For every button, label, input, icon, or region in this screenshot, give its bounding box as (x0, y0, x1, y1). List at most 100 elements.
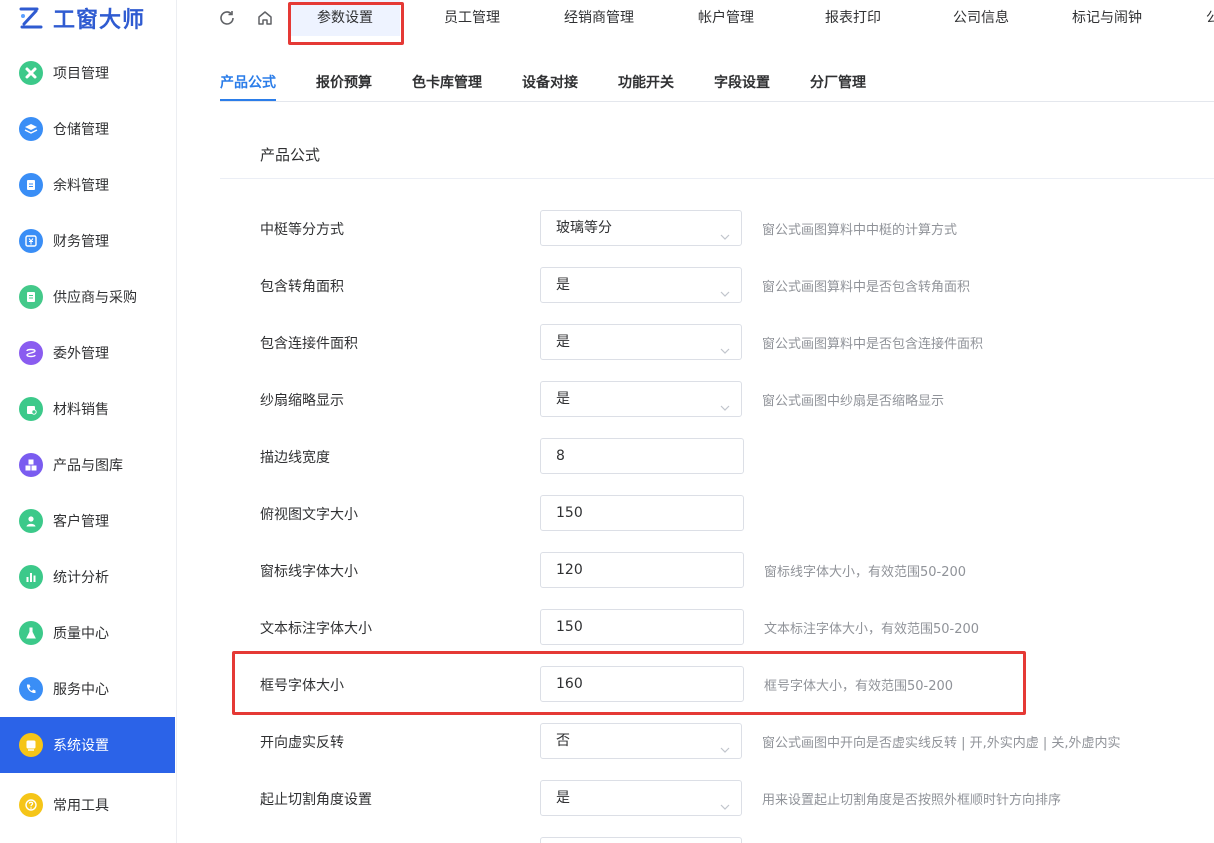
field-label: 起止切割角度设置 (260, 792, 372, 808)
sidebar: 工窗大师 项目管理仓储管理余料管理财务管理供应商与采购委外管理材料销售产品与图库… (0, 0, 177, 843)
top-tab[interactable]: 员工管理 (444, 0, 500, 36)
select-field[interactable]: 是 (540, 780, 742, 816)
field-value: 是 (556, 334, 570, 350)
field-value: 玻璃等分 (556, 220, 612, 236)
form-row: 纱扇缩略显示 是 窗公式画图中纱扇是否缩略显示 (220, 381, 1214, 417)
sidebar-item-label: 财务管理 (53, 234, 109, 250)
field-value: 150 (556, 505, 583, 521)
number-input[interactable]: 120 (540, 552, 744, 588)
form-row: 中梃等分方式 玻璃等分 窗公式画图算料中中梃的计算方式 (220, 210, 1214, 246)
field-hint: 用来设置起止切割角度是否按照外框顺时针方向排序 (762, 793, 1062, 808)
sidebar-item-label: 项目管理 (53, 66, 109, 82)
outsource-icon (19, 341, 43, 365)
list-icon (19, 285, 43, 309)
form-row: 包含连接件面积 是 窗公式画图算料中是否包含连接件面积 (220, 324, 1214, 360)
top-tab[interactable]: 标记与闹钟 (1072, 0, 1142, 36)
field-hint: 窗公式画图中开向是否虚实线反转 | 开,外实内虚 | 关,外虚内实 (762, 736, 1121, 751)
sub-tab[interactable]: 报价预算 (316, 72, 372, 92)
top-tab[interactable]: 公 (1206, 0, 1214, 36)
bar-chart-icon (19, 565, 43, 589)
sub-tab[interactable]: 产品公式 (220, 72, 276, 92)
sidebar-item[interactable]: 常用工具 (0, 777, 175, 833)
field-label: 文本标注字体大小 (260, 621, 372, 637)
number-input[interactable]: 160 (540, 666, 744, 702)
field-hint: 窗公式画图算料中是否包含连接件面积 (762, 337, 984, 352)
sub-tab[interactable]: 功能开关 (618, 72, 674, 92)
sidebar-item[interactable]: 供应商与采购 (0, 269, 175, 325)
sidebar-item[interactable]: 质量中心 (0, 605, 175, 661)
sidebar-item[interactable]: 客户管理 (0, 493, 175, 549)
boxes-icon (19, 453, 43, 477)
number-input[interactable]: 150 (540, 495, 744, 531)
layers-icon (19, 117, 43, 141)
sub-tab[interactable]: 字段设置 (714, 72, 770, 92)
form-row: 起止切割角度设置 是 用来设置起止切割角度是否按照外框顺时针方向排序 (220, 780, 1214, 816)
field-value: 160 (556, 676, 583, 692)
field-label: 窗标线字体大小 (260, 564, 358, 580)
field-label: 框号字体大小 (260, 678, 344, 694)
shop-icon (19, 397, 43, 421)
select-field[interactable]: 是 (540, 381, 742, 417)
section-divider (220, 178, 1214, 179)
field-hint: 窗公式画图算料中中梃的计算方式 (762, 223, 958, 238)
select-field[interactable]: 玻璃等分 (540, 210, 742, 246)
sidebar-item-label: 统计分析 (53, 570, 109, 586)
top-tab[interactable]: 公司信息 (953, 0, 1009, 36)
sidebar-item-label: 服务中心 (53, 682, 109, 698)
sub-tab[interactable]: 分厂管理 (810, 72, 866, 92)
field-hint: 窗公式画图中纱扇是否缩略显示 (762, 394, 945, 409)
field-value: 否 (556, 733, 570, 749)
sidebar-item[interactable]: 仓储管理 (0, 101, 175, 157)
chevron-down-icon (719, 735, 731, 753)
sidebar-item-label: 余料管理 (53, 178, 109, 194)
sidebar-item[interactable]: 统计分析 (0, 549, 175, 605)
select-field[interactable]: 是 (540, 267, 742, 303)
document-icon (19, 173, 43, 197)
section-title: 产品公式 (260, 146, 321, 164)
logo-icon (17, 4, 45, 32)
sidebar-item[interactable]: 委外管理 (0, 325, 175, 381)
field-hint: 文本标注字体大小，有效范围50-200 (764, 622, 980, 637)
sidebar-item[interactable]: 产品与图库 (0, 437, 175, 493)
field-hint: 框号字体大小，有效范围50-200 (764, 679, 954, 694)
top-tab[interactable]: 经销商管理 (564, 0, 634, 36)
field-label: 包含连接件面积 (260, 336, 358, 352)
sub-tab[interactable]: 色卡库管理 (412, 72, 482, 92)
user-icon (19, 509, 43, 533)
next-field-partial[interactable] (540, 837, 742, 843)
field-value: 150 (556, 619, 583, 635)
field-label: 中梃等分方式 (260, 222, 344, 238)
top-tab[interactable]: 报表打印 (825, 0, 881, 36)
field-label: 包含转角面积 (260, 279, 344, 295)
field-hint: 窗标线字体大小，有效范围50-200 (764, 565, 967, 580)
form-row: 文本标注字体大小 150 文本标注字体大小，有效范围50-200 (220, 609, 1214, 645)
sidebar-item[interactable]: 服务中心 (0, 661, 175, 717)
sidebar-item-label: 产品与图库 (53, 458, 123, 474)
sidebar-item[interactable]: 项目管理 (0, 45, 175, 101)
sidebar-item[interactable]: 财务管理 (0, 213, 175, 269)
sidebar-item[interactable]: 余料管理 (0, 157, 175, 213)
settings-icon (19, 733, 43, 757)
sidebar-item-label: 系统设置 (53, 738, 109, 754)
top-tab[interactable]: 帐户管理 (698, 0, 754, 36)
cross-icon (19, 61, 43, 85)
sub-tab[interactable]: 设备对接 (522, 72, 578, 92)
sub-tabs: 产品公式 报价预算 色卡库管理 设备对接 功能开关 字段设置 分厂管理 (220, 62, 1214, 102)
field-hint: 窗公式画图算料中是否包含转角面积 (762, 280, 971, 295)
sidebar-item-label: 质量中心 (53, 626, 109, 642)
top-tab[interactable]: 参数设置 (290, 0, 400, 36)
select-field[interactable]: 否 (540, 723, 742, 759)
refresh-icon[interactable] (217, 8, 237, 28)
sidebar-item-label: 常用工具 (53, 798, 109, 814)
sidebar-item[interactable]: 材料销售 (0, 381, 175, 437)
sidebar-item[interactable]: 系统设置 (0, 717, 175, 773)
sidebar-item-label: 材料销售 (53, 402, 109, 418)
chevron-down-icon (719, 336, 731, 354)
form-row: 描边线宽度 8 (220, 438, 1214, 474)
number-input[interactable]: 8 (540, 438, 744, 474)
select-field[interactable]: 是 (540, 324, 742, 360)
home-icon[interactable] (255, 8, 275, 28)
app-logo[interactable]: 工窗大师 (17, 2, 145, 34)
sidebar-item-label: 委外管理 (53, 346, 109, 362)
number-input[interactable]: 150 (540, 609, 744, 645)
